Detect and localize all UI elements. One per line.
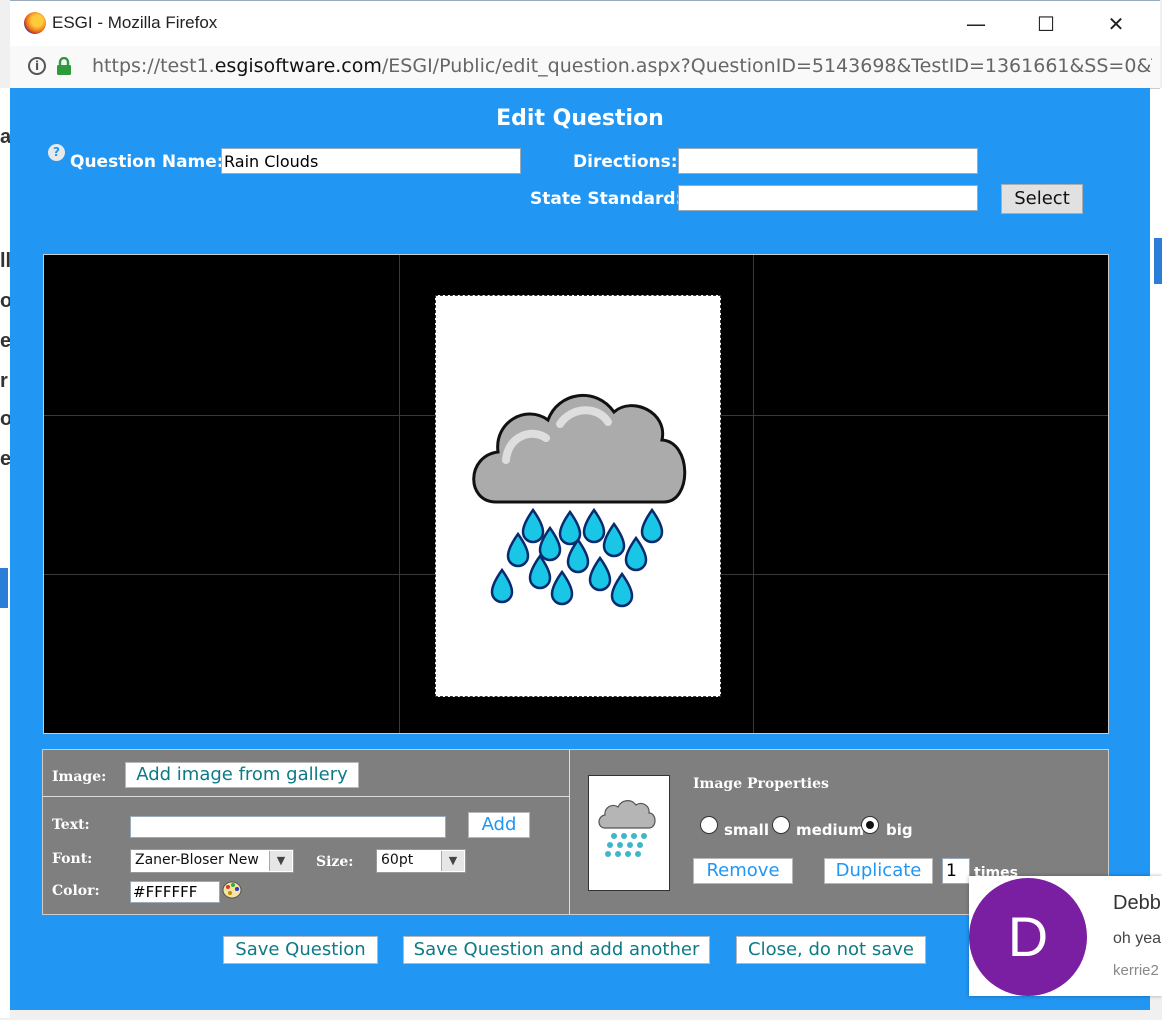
background-page-right (1148, 88, 1162, 888)
directions-input[interactable] (678, 148, 978, 174)
notification-account: kerrie2 (1113, 962, 1159, 979)
grid-line (753, 255, 754, 733)
chevron-down-icon: ▼ (269, 851, 292, 871)
size-label: Size: (316, 854, 354, 870)
text-input[interactable] (130, 816, 446, 838)
notification-message: oh yea (1113, 930, 1162, 947)
size-big-radio[interactable] (861, 816, 879, 834)
address-bar[interactable]: i https://test1.esgisoftware.com/ESGI/Pu… (10, 46, 1160, 89)
notification-toast[interactable]: D Debb oh yea kerrie2 (969, 876, 1162, 996)
maximize-button[interactable]: ☐ (1026, 9, 1066, 39)
size-medium-radio[interactable] (772, 816, 790, 834)
properties-panel: Image: Add image from gallery Text: Add … (42, 749, 1109, 915)
font-dropdown[interactable]: Zaner-Bloser New ▼ (130, 849, 294, 873)
image-properties-label: Image Properties (693, 776, 829, 792)
color-input[interactable]: #FFFFFF (130, 881, 220, 903)
question-name-label: Question Name: (70, 152, 224, 172)
rain-cloud-thumbnail-icon (598, 800, 656, 857)
background-page-left: a ll o e r o e (0, 88, 12, 1018)
grid-line (399, 255, 400, 733)
help-icon[interactable]: ? (48, 144, 65, 161)
select-standard-button[interactable]: Select (1001, 184, 1083, 214)
image-label: Image: (52, 769, 107, 785)
save-question-and-add-another-button[interactable]: Save Question and add another (403, 936, 710, 964)
rain-cloud-image (472, 394, 687, 608)
close-window-button[interactable]: ✕ (1096, 9, 1136, 39)
add-image-from-gallery-button[interactable]: Add image from gallery (125, 762, 359, 788)
state-standard-label: State Standard: (530, 189, 683, 209)
info-icon[interactable]: i (28, 57, 46, 75)
save-question-button[interactable]: Save Question (223, 936, 378, 964)
dialog-title: Edit Question (496, 106, 664, 131)
duplicate-image-button[interactable]: Duplicate (824, 858, 933, 884)
size-big-label: big (886, 821, 913, 839)
text-label: Text: (52, 817, 90, 833)
edit-question-dialog: Edit Question ? Question Name: Rain Clou… (10, 88, 1150, 1010)
lock-icon (57, 57, 71, 75)
notification-sender-name: Debb (1113, 892, 1161, 914)
image-thumbnail (588, 775, 670, 891)
state-standard-input[interactable] (678, 185, 978, 211)
color-label: Color: (52, 883, 100, 899)
window-titlebar: ESGI - Mozilla Firefox — ☐ ✕ (10, 0, 1160, 47)
color-palette-icon[interactable] (222, 880, 242, 900)
question-name-input[interactable]: Rain Clouds (221, 148, 521, 174)
question-canvas[interactable] (43, 254, 1109, 734)
firefox-logo-icon (24, 12, 46, 34)
size-small-radio[interactable] (700, 816, 718, 834)
question-image-card[interactable] (435, 295, 721, 697)
duplicate-count-input[interactable]: 1 (942, 858, 970, 884)
size-medium-label: medium (796, 821, 864, 839)
window-title: ESGI - Mozilla Firefox (52, 13, 218, 32)
close-do-not-save-button[interactable]: Close, do not save (736, 936, 926, 964)
add-text-button[interactable]: Add (468, 812, 530, 838)
minimize-button[interactable]: — (956, 9, 996, 39)
avatar: D (969, 878, 1087, 996)
directions-label: Directions: (573, 152, 678, 172)
url-text[interactable]: https://test1.esgisoftware.com/ESGI/Publ… (92, 55, 1152, 77)
remove-image-button[interactable]: Remove (693, 858, 793, 884)
size-dropdown[interactable]: 60pt ▼ (376, 849, 466, 873)
size-small-label: small (724, 821, 769, 839)
chevron-down-icon: ▼ (441, 851, 464, 871)
font-label: Font: (52, 851, 93, 867)
